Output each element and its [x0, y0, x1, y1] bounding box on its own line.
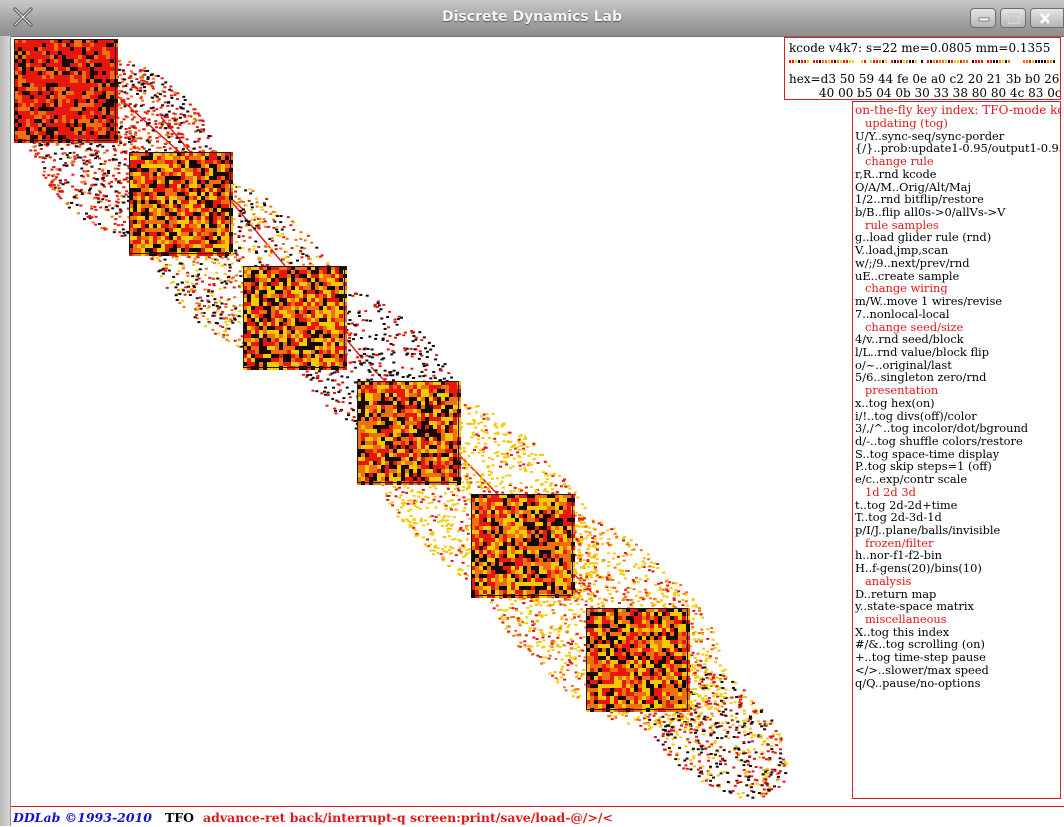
- key-binding-item: V..load,jmp,scan: [855, 243, 949, 258]
- title-bar[interactable]: Discrete Dynamics Lab: [0, 0, 1064, 37]
- kcode-info-box: kcode v4k7: s=22 me=0.0805 mm=0.1355 hex…: [784, 37, 1061, 100]
- window-left-frame: [0, 36, 11, 826]
- key-binding-item: 7..nonlocal-local: [855, 306, 950, 321]
- key-binding-item: +..tog time-step pause: [855, 650, 986, 665]
- key-index-title: on-the-fly key index: TFO-mode kcode: [855, 103, 1060, 117]
- pattern-graphic: [14, 39, 789, 799]
- kcode-summary: kcode v4k7: s=22 me=0.0805 mm=0.1355: [789, 41, 1051, 55]
- key-section-header: updating (tog): [865, 116, 948, 130]
- key-binding-item: r,R..rnd kcode: [855, 166, 937, 181]
- key-binding-item: p/I/J..plane/balls/invisible: [855, 523, 1001, 537]
- kcode-color-strip: [789, 60, 1057, 63]
- window-title: Discrete Dynamics Lab: [442, 9, 622, 25]
- key-binding-item: e/c..exp/contr scale: [855, 472, 968, 487]
- key-section-header: analysis: [865, 573, 912, 588]
- command-hint: advance-ret back/interrupt-q screen:prin…: [203, 810, 613, 825]
- maximize-icon: [1008, 13, 1020, 24]
- key-index-list: updating (tog) U/Y..sync-seq/sync-porder{…: [855, 116, 1060, 690]
- key-section-header: 1d 2d 3d: [865, 484, 916, 499]
- key-binding-item: d/-..tog shuffle colors/restore: [855, 433, 1023, 448]
- copyright-text: DDLab ©1993-2010: [13, 810, 152, 825]
- space-time-canvas[interactable]: [11, 37, 851, 803]
- key-binding-item: l/L..rnd value/block flip: [855, 344, 989, 359]
- kcode-hex-line-1: hex=d3 50 59 44 fe 0e a0 c2 20 21 3b b0 …: [789, 72, 1060, 86]
- key-binding-item: x..tog hex(on): [855, 395, 935, 410]
- key-section-header: change rule: [865, 154, 934, 169]
- key-section-header: presentation: [865, 383, 939, 398]
- key-binding-item: q/Q..pause/no-options: [855, 675, 981, 690]
- close-icon: [1040, 13, 1050, 24]
- key-binding-item: w/;/9..next/prev/rnd: [855, 255, 970, 270]
- key-index-panel: on-the-fly key index: TFO-mode kcode upd…: [852, 101, 1061, 799]
- close-button[interactable]: [1030, 8, 1064, 28]
- key-section-header: miscellaneous: [865, 612, 947, 627]
- status-bar: DDLab ©1993-2010 TFO advance-ret back/in…: [11, 806, 1064, 827]
- kcode-hex-line-2: 40 00 b5 04 0b 30 33 38 80 80 4c 83 0c: [819, 86, 1061, 100]
- key-binding-item: m/W..move 1 wires/revise: [855, 294, 1003, 309]
- key-binding-item: H..f-gens(20)/bins(10): [855, 561, 982, 576]
- maximize-button[interactable]: [1000, 8, 1026, 28]
- minimize-icon: [978, 17, 990, 22]
- key-binding-item: b/B..flip all0s->0/allVs->V: [855, 205, 1006, 220]
- mode-indicator: TFO: [165, 810, 195, 825]
- key-binding-item: </>..slower/max speed: [855, 662, 989, 677]
- minimize-button[interactable]: [970, 8, 996, 28]
